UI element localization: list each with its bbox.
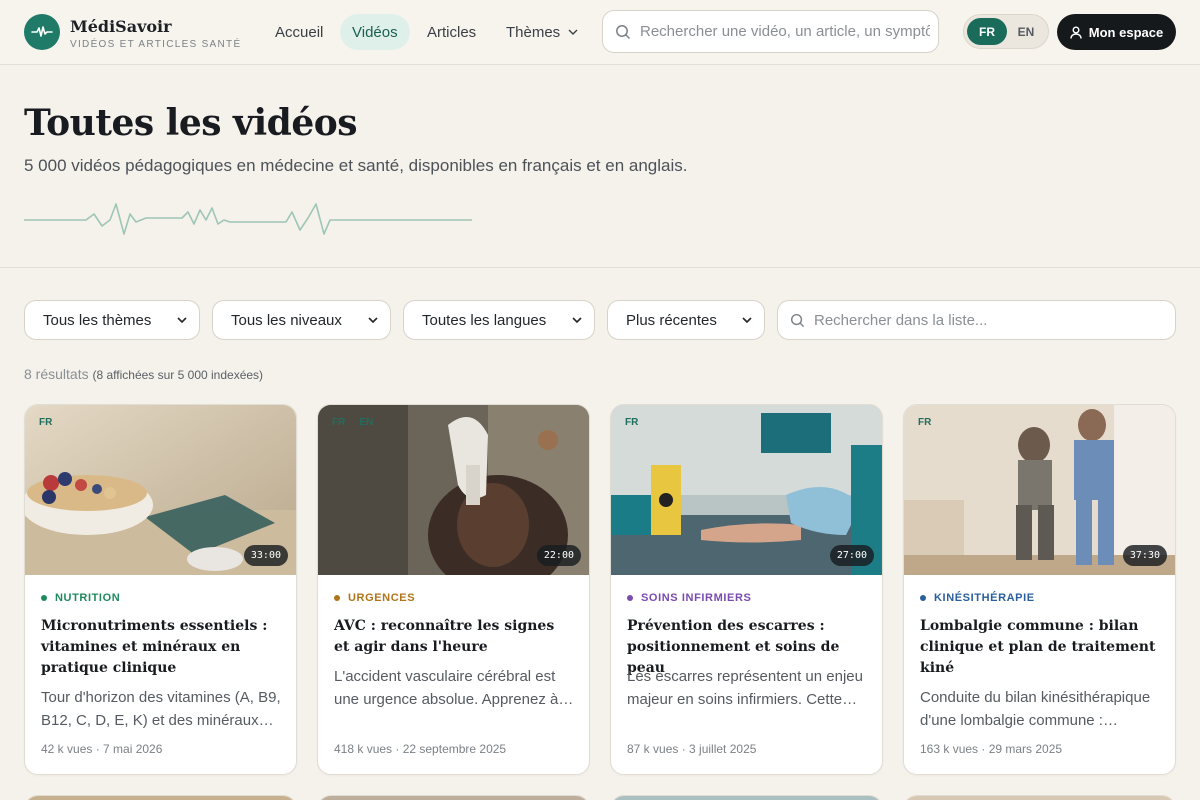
nav-label: Accueil: [275, 23, 324, 41]
video-card-peek[interactable]: [903, 795, 1176, 800]
video-duration: 37:30: [1122, 545, 1167, 566]
theme-filter-select[interactable]: Tous les thèmes: [24, 300, 200, 340]
video-thumbnail[interactable]: FR 33:00: [25, 405, 296, 575]
lang-chip: EN: [359, 417, 374, 428]
lang-chip: FR: [918, 417, 932, 428]
video-languages: FR: [918, 417, 931, 428]
user-icon: [1070, 26, 1082, 39]
thumbnail-image: [318, 796, 589, 800]
video-title[interactable]: Micronutriments essentiels : vitamines e…: [41, 616, 281, 679]
lang-chip: FR: [332, 417, 346, 428]
category-dot: [334, 595, 340, 601]
lang-fr-button[interactable]: FR: [967, 18, 1007, 45]
video-duration: 27:00: [829, 545, 874, 566]
chevron-down-icon: [177, 317, 187, 323]
level-filter-select[interactable]: Tous les niveaux: [212, 300, 391, 340]
filter-value: Tous les niveaux: [231, 311, 342, 329]
lang-chip: FR: [625, 417, 639, 428]
video-category: SOINS INFIRMIERS: [627, 592, 751, 604]
chevron-down-icon: [568, 29, 578, 35]
video-card[interactable]: FR 37:30 KINÉSITHÉRAPIE Lombalgie commun…: [903, 404, 1176, 775]
video-languages: FR: [39, 417, 52, 428]
video-card-peek[interactable]: [317, 795, 590, 800]
video-card[interactable]: FR EN 22:00 URGENCES AVC : reconnaître le…: [317, 404, 590, 775]
thumbnail-image: [611, 796, 882, 800]
language-filter-select[interactable]: Toutes les langues: [403, 300, 595, 340]
filter-value: Plus récentes: [626, 311, 717, 329]
nav-label: Thèmes: [506, 23, 561, 41]
results-count-label: 8 résultats: [24, 366, 89, 382]
video-title[interactable]: Lombalgie commune : bilan clinique et pl…: [920, 616, 1160, 679]
thumbnail-image: [904, 796, 1175, 800]
filter-value: Tous les thèmes: [43, 311, 152, 329]
category-dot: [41, 595, 47, 601]
sort-select[interactable]: Plus récentes: [607, 300, 765, 340]
nav-videos[interactable]: Vidéos: [340, 14, 410, 50]
video-thumbnail[interactable]: FR 37:30: [904, 405, 1175, 575]
language-toggle: FR EN: [963, 14, 1049, 49]
category-label: URGENCES: [348, 592, 416, 604]
global-search-input[interactable]: [640, 23, 930, 40]
video-duration: 33:00: [243, 545, 288, 566]
filter-value: Toutes les langues: [422, 311, 547, 329]
chevron-down-icon: [742, 317, 752, 323]
video-category: URGENCES: [334, 592, 415, 604]
video-card[interactable]: FR 33:00 NUTRITION Micronutriments essen…: [24, 404, 297, 775]
chevron-down-icon: [572, 317, 582, 323]
video-card-peek[interactable]: [610, 795, 883, 800]
video-languages: FR EN: [332, 417, 373, 428]
search-icon: [790, 313, 805, 327]
video-description: Les escarres représentent un enjeu majeu…: [627, 668, 863, 708]
video-duration: 22:00: [536, 545, 581, 566]
nav-label: Vidéos: [352, 23, 398, 41]
video-title[interactable]: AVC : reconnaître les signes et agir dan…: [334, 616, 574, 658]
brand-tagline: VIDÉOS ET ARTICLES SANTÉ: [70, 39, 242, 50]
thumbnail-image: [25, 796, 296, 800]
nav-label: Articles: [427, 23, 477, 41]
category-dot: [627, 595, 633, 601]
nav-articles[interactable]: Articles: [415, 14, 488, 50]
lang-chip: FR: [39, 417, 53, 428]
hero-divider: [0, 267, 1200, 268]
video-category: NUTRITION: [41, 592, 120, 604]
video-card[interactable]: FR 27:00 SOINS INFIRMIERS Prévention des…: [610, 404, 883, 775]
brand-name[interactable]: MédiSavoir: [70, 17, 172, 36]
account-label: Mon espace: [1088, 24, 1164, 40]
category-label: SOINS INFIRMIERS: [641, 592, 752, 604]
account-button[interactable]: Mon espace: [1057, 14, 1176, 50]
video-meta: 163 k vues · 29 mars 2025: [920, 742, 1063, 756]
video-category: KINÉSITHÉRAPIE: [920, 592, 1035, 604]
page-subtitle: 5 000 vidéos pédagogiques en médecine et…: [24, 156, 688, 175]
search-icon: [616, 24, 631, 39]
list-search-input[interactable]: [814, 311, 1154, 329]
lang-en-button[interactable]: EN: [1006, 18, 1046, 45]
video-meta: 87 k vues · 3 juillet 2025: [627, 742, 757, 756]
video-description: L'accident vasculaire cérébral est une u…: [334, 668, 559, 708]
video-languages: FR: [625, 417, 638, 428]
video-meta: 418 k vues · 22 septembre 2025: [334, 742, 507, 756]
video-thumbnail[interactable]: FR 27:00: [611, 405, 882, 575]
logo-icon[interactable]: [24, 14, 60, 50]
category-label: NUTRITION: [55, 592, 121, 604]
nav-themes-dropdown[interactable]: Thèmes: [494, 14, 590, 50]
results-count: 8 résultats (8 affichées sur 5 000 index…: [24, 366, 263, 382]
video-thumbnail[interactable]: FR EN 22:00: [318, 405, 589, 575]
video-meta: 42 k vues · 7 mai 2026: [41, 742, 163, 756]
page-title: Toutes les vidéos: [24, 102, 358, 144]
ecg-line-decoration: [24, 203, 472, 235]
video-description: Tour d'horizon des vitamines (A, B9, B12…: [41, 689, 281, 729]
video-card-peek[interactable]: [24, 795, 297, 800]
category-dot: [920, 595, 926, 601]
top-header: MédiSavoir VIDÉOS ET ARTICLES SANTÉ Accu…: [0, 0, 1200, 65]
category-label: KINÉSITHÉRAPIE: [934, 592, 1035, 604]
nav-accueil[interactable]: Accueil: [263, 14, 335, 50]
results-detail: (8 affichées sur 5 000 indexées): [92, 368, 264, 382]
chevron-down-icon: [368, 317, 378, 323]
list-search[interactable]: [777, 300, 1176, 340]
video-description: Conduite du bilan kinésithérapique d'une…: [920, 689, 1151, 729]
global-search[interactable]: [602, 10, 939, 53]
